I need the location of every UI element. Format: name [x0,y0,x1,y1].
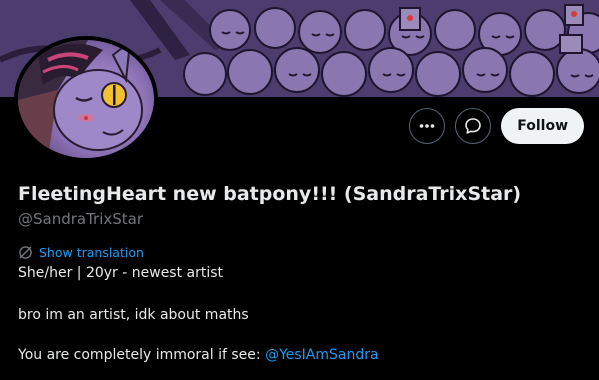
more-icon [419,124,435,128]
follow-button[interactable]: Follow [501,108,584,144]
translation-label: Show translation [39,245,144,260]
more-button[interactable] [409,108,446,144]
bio-line-3-text: You are completely immoral if see: [18,347,266,363]
avatar-artwork [18,40,143,158]
profile-actions: Follow [409,108,584,144]
profile-page: Follow FleetingHeart new batpony!!! (San… [0,0,599,380]
avatar-image [18,40,154,158]
globe-slash-icon [19,246,32,259]
avatar[interactable] [14,36,158,162]
display-name: FleetingHeart new batpony!!! (SandraTrix… [18,183,522,205]
bio-line-1: She/her | 20yr - newest artist [18,265,224,281]
message-button[interactable] [455,108,492,144]
user-handle: @SandraTrixStar [18,210,144,228]
mention-link[interactable]: @YesIAmSandra [265,347,379,363]
bio-line-2: bro im an artist, idk about maths [18,307,249,323]
message-icon [465,118,482,134]
show-translation-link[interactable]: Show translation [18,245,144,260]
bio-line-3: You are completely immoral if see: @YesI… [18,347,379,363]
